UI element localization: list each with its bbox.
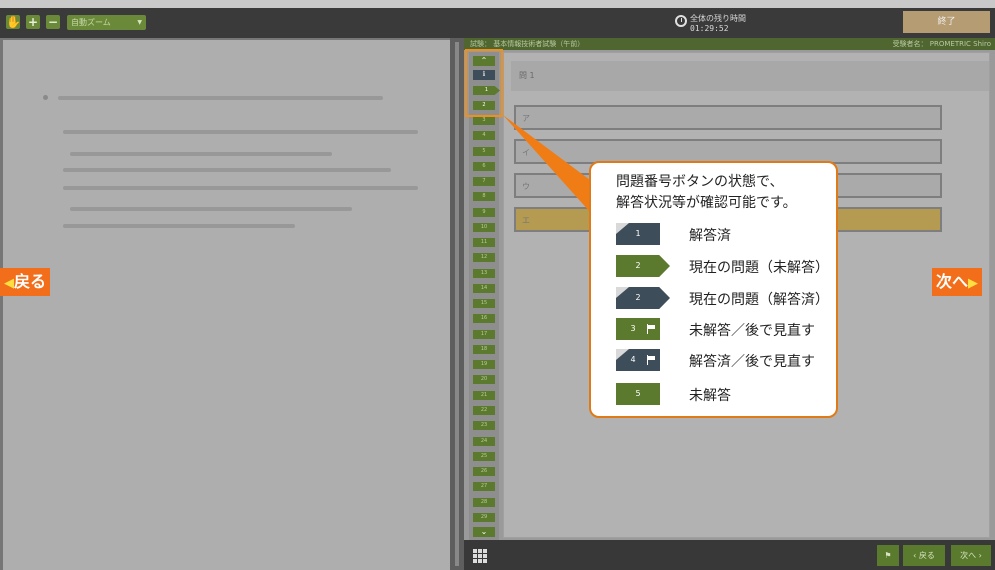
- legend-number: 3: [630, 324, 636, 333]
- callout-title: 問題番号ボタンの状態で、 解答状況等が確認可能です。: [616, 174, 797, 211]
- legend-number: 5: [635, 389, 641, 398]
- legend-number: 1: [635, 229, 641, 238]
- legend-label: 未解答: [689, 388, 731, 404]
- legend-number: 2: [635, 293, 641, 302]
- legend-label: 解答済／後で見直す: [689, 354, 815, 370]
- legend-label: 現在の問題（未解答）: [689, 260, 829, 276]
- legend-status-swatch: 5: [616, 383, 660, 405]
- legend-status-swatch: 2: [616, 287, 670, 309]
- flag-icon: [647, 324, 655, 334]
- legend-status-swatch: 3: [616, 318, 660, 340]
- legend-status-swatch: 1: [616, 223, 660, 245]
- flag-icon: [647, 355, 655, 365]
- legend-callout: 問題番号ボタンの状態で、 解答状況等が確認可能です。 1 解答済 2 現在の問題（未解…: [589, 161, 838, 418]
- callout-pointer: [503, 115, 590, 212]
- legend-status-swatch: 4: [616, 349, 660, 371]
- legend-label: 未解答／後で見直す: [689, 323, 815, 339]
- legend-label: 解答済: [689, 228, 731, 244]
- legend-status-swatch: 2: [616, 255, 670, 277]
- legend-label: 現在の問題（解答済）: [689, 292, 829, 308]
- legend-number: 4: [630, 355, 636, 364]
- legend-number: 2: [635, 261, 641, 270]
